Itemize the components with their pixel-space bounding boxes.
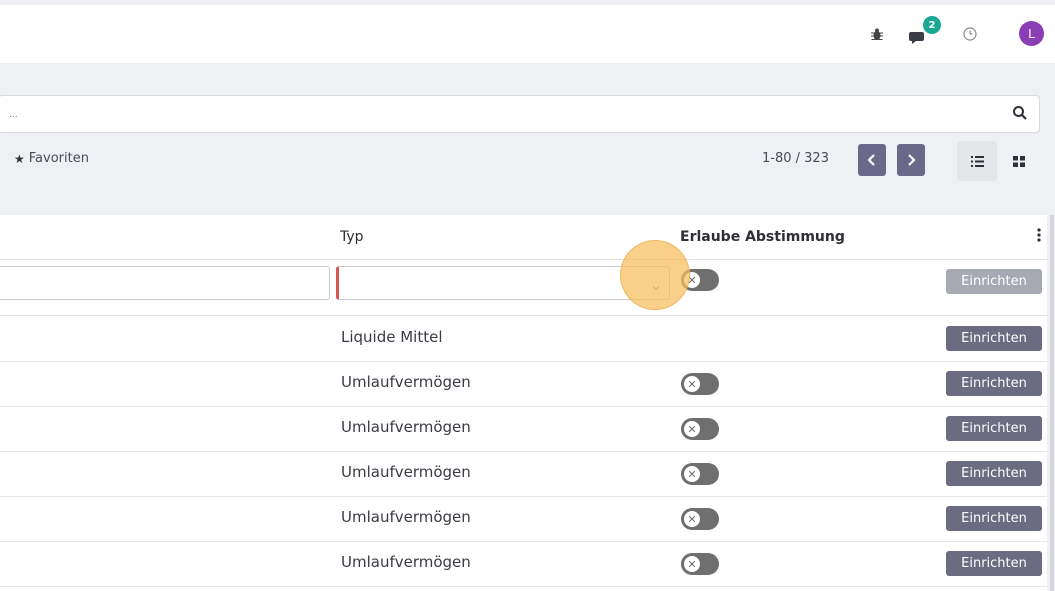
table-header: Typ Erlaube Abstimmung	[0, 215, 1047, 260]
erlaube-abstimmung-toggle[interactable]: ✕	[681, 373, 719, 395]
table-row[interactable]: Liquide Mittel Einrichten	[0, 316, 1047, 362]
bug-icon[interactable]	[866, 5, 888, 63]
favorites-label: Favoriten	[28, 151, 89, 166]
close-icon: ✕	[684, 376, 700, 392]
favorites-filter[interactable]: ★ Favoriten	[14, 151, 89, 166]
table-row[interactable]: Umlaufvermögen ✕ Einrichten	[0, 451, 1047, 497]
click-highlight	[620, 240, 690, 310]
erlaube-abstimmung-toggle[interactable]: ✕	[681, 508, 719, 530]
kanban-view-button[interactable]	[999, 141, 1039, 181]
chat-icon[interactable]: 2	[905, 5, 941, 63]
erlaube-abstimmung-toggle[interactable]: ✕	[681, 463, 719, 485]
typ-cell: Umlaufvermögen	[341, 508, 471, 526]
column-header-erlaube-abstimmung[interactable]: Erlaube Abstimmung	[680, 229, 845, 245]
list-icon	[970, 155, 984, 167]
table-scrollbar[interactable]	[1050, 215, 1054, 591]
typ-cell: Umlaufvermögen	[341, 553, 471, 571]
chevron-right-icon	[908, 154, 916, 166]
table-row[interactable]: Umlaufvermögen ✕ Einrichten	[0, 406, 1047, 452]
name-field[interactable]	[0, 266, 330, 300]
close-icon: ✕	[684, 421, 700, 437]
chevron-left-icon	[867, 154, 875, 166]
star-icon: ★	[14, 151, 25, 166]
search-bar[interactable]	[0, 95, 1040, 133]
clock-icon[interactable]	[959, 5, 981, 63]
einrichten-button[interactable]: Einrichten	[946, 416, 1042, 441]
user-avatar[interactable]: L	[1019, 21, 1044, 46]
einrichten-button[interactable]: Einrichten	[946, 461, 1042, 486]
einrichten-button[interactable]: Einrichten	[946, 551, 1042, 576]
chat-badge: 2	[923, 16, 941, 34]
pager-value[interactable]: 1-80 / 323	[762, 151, 829, 166]
search-input[interactable]	[7, 105, 971, 125]
einrichten-button[interactable]: Einrichten	[946, 326, 1042, 351]
erlaube-abstimmung-toggle[interactable]: ✕	[681, 553, 719, 575]
table-row[interactable]: Umlaufvermögen ✕ Einrichten	[0, 496, 1047, 542]
typ-cell: Umlaufvermögen	[341, 373, 471, 391]
close-icon: ✕	[684, 511, 700, 527]
pager-next-button[interactable]	[897, 144, 925, 176]
top-navbar: 2 L	[0, 5, 1055, 63]
close-icon: ✕	[684, 556, 700, 572]
accounts-table: Typ Erlaube Abstimmung ✕ Einrichten Liqu…	[0, 215, 1047, 591]
list-view-button[interactable]	[957, 141, 997, 181]
column-header-typ[interactable]: Typ	[340, 229, 364, 245]
close-icon: ✕	[684, 466, 700, 482]
erlaube-abstimmung-toggle[interactable]: ✕	[681, 418, 719, 440]
einrichten-button[interactable]: Einrichten	[946, 371, 1042, 396]
typ-cell: Umlaufvermögen	[341, 463, 471, 481]
grid-icon	[1013, 155, 1025, 167]
typ-cell: Liquide Mittel	[341, 328, 443, 346]
new-record-row: ✕ Einrichten	[0, 259, 1047, 316]
table-row[interactable]: Umlaufvermögen ✕ Einrichten	[0, 541, 1047, 587]
typ-cell: Umlaufvermögen	[341, 418, 471, 436]
search-icon[interactable]	[1012, 105, 1030, 123]
einrichten-button[interactable]: Einrichten	[946, 269, 1042, 294]
pager-previous-button[interactable]	[858, 144, 886, 176]
einrichten-button[interactable]: Einrichten	[946, 506, 1042, 531]
column-options-icon[interactable]	[1037, 227, 1045, 247]
table-row[interactable]: Umlaufvermögen ✕ Einrichten	[0, 361, 1047, 407]
